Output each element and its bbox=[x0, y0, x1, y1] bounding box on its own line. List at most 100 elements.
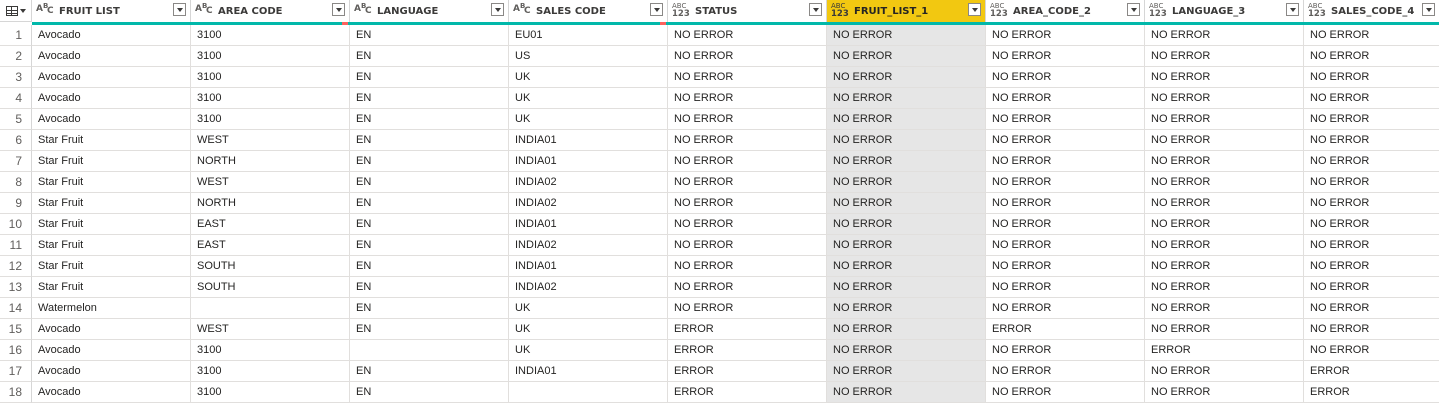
cell-status[interactable]: NO ERROR bbox=[668, 277, 827, 298]
cell-sales-code-4[interactable]: ERROR bbox=[1304, 361, 1439, 382]
cell-fruit-list-1[interactable]: NO ERROR bbox=[827, 88, 986, 109]
cell-area-code[interactable]: WEST bbox=[191, 319, 350, 340]
cell-fruit-list[interactable]: Avocado bbox=[32, 88, 191, 109]
column-header-language[interactable]: A B C LANGUAGE bbox=[350, 0, 509, 22]
cell-sales-code[interactable]: INDIA02 bbox=[509, 172, 668, 193]
text-type-icon[interactable]: ABC bbox=[194, 2, 214, 20]
cell-fruit-list[interactable]: Star Fruit bbox=[32, 235, 191, 256]
cell-language-3[interactable]: NO ERROR bbox=[1145, 88, 1304, 109]
cell-status[interactable]: NO ERROR bbox=[668, 109, 827, 130]
cell-language[interactable]: EN bbox=[350, 193, 509, 214]
row-number[interactable]: 14 bbox=[0, 298, 32, 319]
column-header-language-3[interactable]: ABC 123 LANGUAGE_3 bbox=[1145, 0, 1304, 22]
cell-area-code[interactable]: SOUTH bbox=[191, 256, 350, 277]
cell-language-3[interactable]: NO ERROR bbox=[1145, 151, 1304, 172]
cell-language-3[interactable]: NO ERROR bbox=[1145, 298, 1304, 319]
cell-area-code-2[interactable]: ERROR bbox=[986, 319, 1145, 340]
row-number[interactable]: 2 bbox=[0, 46, 32, 67]
cell-fruit-list[interactable]: Avocado bbox=[32, 46, 191, 67]
cell-fruit-list[interactable]: Avocado bbox=[32, 361, 191, 382]
row-number[interactable]: 17 bbox=[0, 361, 32, 382]
cell-sales-code-4[interactable]: NO ERROR bbox=[1304, 46, 1439, 67]
row-number[interactable]: 5 bbox=[0, 109, 32, 130]
cell-area-code-2[interactable]: NO ERROR bbox=[986, 130, 1145, 151]
cell-sales-code-4[interactable]: NO ERROR bbox=[1304, 151, 1439, 172]
cell-language[interactable]: EN bbox=[350, 256, 509, 277]
cell-sales-code-4[interactable]: ERROR bbox=[1304, 382, 1439, 403]
cell-language[interactable]: EN bbox=[350, 130, 509, 151]
cell-language-3[interactable]: NO ERROR bbox=[1145, 214, 1304, 235]
cell-language[interactable]: EN bbox=[350, 172, 509, 193]
cell-fruit-list-1[interactable]: NO ERROR bbox=[827, 235, 986, 256]
row-number[interactable]: 3 bbox=[0, 67, 32, 88]
cell-sales-code[interactable]: INDIA02 bbox=[509, 235, 668, 256]
cell-language[interactable]: EN bbox=[350, 319, 509, 340]
cell-area-code-2[interactable]: NO ERROR bbox=[986, 256, 1145, 277]
cell-area-code[interactable]: 3100 bbox=[191, 382, 350, 403]
cell-language[interactable]: EN bbox=[350, 214, 509, 235]
table-menu-button[interactable] bbox=[0, 0, 32, 22]
cell-fruit-list[interactable]: Star Fruit bbox=[32, 193, 191, 214]
cell-sales-code[interactable]: UK bbox=[509, 319, 668, 340]
cell-fruit-list[interactable]: Avocado bbox=[32, 109, 191, 130]
filter-dropdown-icon[interactable] bbox=[968, 3, 981, 16]
cell-language-3[interactable]: NO ERROR bbox=[1145, 172, 1304, 193]
cell-language-3[interactable]: NO ERROR bbox=[1145, 193, 1304, 214]
row-number[interactable]: 10 bbox=[0, 214, 32, 235]
cell-sales-code-4[interactable]: NO ERROR bbox=[1304, 130, 1439, 151]
row-number[interactable]: 9 bbox=[0, 193, 32, 214]
cell-fruit-list-1[interactable]: NO ERROR bbox=[827, 298, 986, 319]
cell-sales-code-4[interactable]: NO ERROR bbox=[1304, 298, 1439, 319]
cell-fruit-list-1[interactable]: NO ERROR bbox=[827, 319, 986, 340]
cell-area-code-2[interactable]: NO ERROR bbox=[986, 361, 1145, 382]
cell-sales-code[interactable]: INDIA01 bbox=[509, 256, 668, 277]
cell-status[interactable]: NO ERROR bbox=[668, 298, 827, 319]
cell-fruit-list[interactable]: Star Fruit bbox=[32, 172, 191, 193]
cell-language[interactable]: EN bbox=[350, 46, 509, 67]
any-type-icon[interactable]: ABC 123 bbox=[1148, 2, 1168, 20]
cell-area-code-2[interactable]: NO ERROR bbox=[986, 67, 1145, 88]
cell-sales-code[interactable]: UK bbox=[509, 340, 668, 361]
cell-fruit-list-1[interactable]: NO ERROR bbox=[827, 109, 986, 130]
row-number[interactable]: 15 bbox=[0, 319, 32, 340]
cell-language[interactable]: EN bbox=[350, 235, 509, 256]
row-number[interactable]: 11 bbox=[0, 235, 32, 256]
cell-area-code[interactable]: 3100 bbox=[191, 88, 350, 109]
cell-fruit-list[interactable]: Avocado bbox=[32, 67, 191, 88]
cell-area-code-2[interactable]: NO ERROR bbox=[986, 277, 1145, 298]
cell-language-3[interactable]: NO ERROR bbox=[1145, 277, 1304, 298]
cell-language-3[interactable]: ERROR bbox=[1145, 340, 1304, 361]
cell-area-code-2[interactable]: NO ERROR bbox=[986, 193, 1145, 214]
cell-fruit-list-1[interactable]: NO ERROR bbox=[827, 277, 986, 298]
cell-area-code[interactable]: 3100 bbox=[191, 361, 350, 382]
column-header-fruit-list[interactable]: A B C FRUIT LIST bbox=[32, 0, 191, 22]
cell-sales-code-4[interactable]: NO ERROR bbox=[1304, 109, 1439, 130]
cell-sales-code[interactable]: UK bbox=[509, 67, 668, 88]
cell-sales-code-4[interactable]: NO ERROR bbox=[1304, 193, 1439, 214]
cell-area-code[interactable]: 3100 bbox=[191, 25, 350, 46]
filter-dropdown-icon[interactable] bbox=[1422, 3, 1435, 16]
cell-language-3[interactable]: NO ERROR bbox=[1145, 256, 1304, 277]
cell-sales-code-4[interactable]: NO ERROR bbox=[1304, 277, 1439, 298]
row-number[interactable]: 13 bbox=[0, 277, 32, 298]
cell-area-code[interactable] bbox=[191, 298, 350, 319]
cell-fruit-list[interactable]: Avocado bbox=[32, 319, 191, 340]
filter-dropdown-icon[interactable] bbox=[173, 3, 186, 16]
cell-language-3[interactable]: NO ERROR bbox=[1145, 319, 1304, 340]
cell-language-3[interactable]: NO ERROR bbox=[1145, 382, 1304, 403]
row-number[interactable]: 12 bbox=[0, 256, 32, 277]
cell-language-3[interactable]: NO ERROR bbox=[1145, 235, 1304, 256]
cell-area-code-2[interactable]: NO ERROR bbox=[986, 109, 1145, 130]
cell-language-3[interactable]: NO ERROR bbox=[1145, 67, 1304, 88]
cell-language[interactable] bbox=[350, 340, 509, 361]
cell-language[interactable]: EN bbox=[350, 88, 509, 109]
filter-dropdown-icon[interactable] bbox=[332, 3, 345, 16]
cell-sales-code[interactable] bbox=[509, 382, 668, 403]
cell-fruit-list[interactable]: Star Fruit bbox=[32, 256, 191, 277]
cell-area-code[interactable]: EAST bbox=[191, 214, 350, 235]
cell-language[interactable]: EN bbox=[350, 25, 509, 46]
cell-language[interactable]: EN bbox=[350, 151, 509, 172]
cell-status[interactable]: NO ERROR bbox=[668, 151, 827, 172]
cell-language[interactable]: EN bbox=[350, 277, 509, 298]
cell-language[interactable]: EN bbox=[350, 298, 509, 319]
